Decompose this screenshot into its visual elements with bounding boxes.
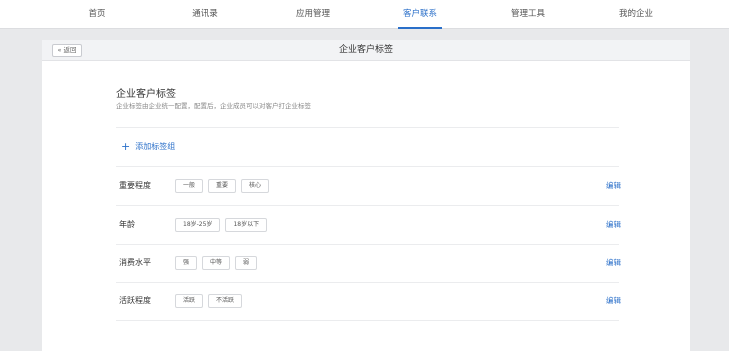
edit-link[interactable]: 编辑 xyxy=(606,282,621,320)
tag-group-row: 消费水平 强 中等 弱 编辑 xyxy=(116,244,621,282)
nav-item-contacts[interactable]: 通讯录 xyxy=(165,0,245,29)
page-header: « 返回 企业客户标签 xyxy=(42,40,690,61)
tag-group-name: 消费水平 xyxy=(119,258,151,267)
tag-item: 活跃 xyxy=(175,294,204,308)
page-title: 企业客户标签 xyxy=(116,89,176,100)
tag-item: 强 xyxy=(175,256,198,270)
divider xyxy=(116,320,619,321)
add-tag-group-label: 添加标签组 xyxy=(135,142,176,151)
tag-item: 不活跃 xyxy=(208,294,243,308)
nav-item-app-management[interactable]: 应用管理 xyxy=(273,0,353,29)
tag-group-name: 年龄 xyxy=(119,220,135,229)
tag-item: 18岁-25岁 xyxy=(175,218,221,232)
tag-item: 核心 xyxy=(241,179,270,193)
edit-link[interactable]: 编辑 xyxy=(606,206,621,244)
tag-item: 弱 xyxy=(235,256,258,270)
tag-list: 强 中等 弱 xyxy=(175,256,258,270)
plus-icon: + xyxy=(121,139,131,153)
tag-group-row: 活跃程度 活跃 不活跃 编辑 xyxy=(116,282,621,320)
page-description: 企业标签由企业统一配置，配置后，企业成员可以对客户打企业标签 xyxy=(116,102,311,110)
main-card: 企业客户标签 企业标签由企业统一配置，配置后，企业成员可以对客户打企业标签 + … xyxy=(42,61,690,351)
tag-list: 18岁-25岁 18岁以下 xyxy=(175,218,268,232)
tag-item: 18岁以下 xyxy=(225,218,268,232)
tag-list: 一般 重要 核心 xyxy=(175,179,270,193)
tag-item: 重要 xyxy=(208,179,237,193)
tag-item: 中等 xyxy=(202,256,231,270)
tag-list: 活跃 不活跃 xyxy=(175,294,243,308)
nav-item-home[interactable]: 首页 xyxy=(57,0,137,29)
tag-group-row: 重要程度 一般 重要 核心 编辑 xyxy=(116,167,621,205)
nav-item-my-enterprise[interactable]: 我的企业 xyxy=(596,0,676,29)
tag-group-name: 活跃程度 xyxy=(119,296,151,305)
edit-link[interactable]: 编辑 xyxy=(606,244,621,282)
nav-item-management-tools[interactable]: 管理工具 xyxy=(488,0,568,29)
divider xyxy=(116,127,619,128)
add-tag-group-button[interactable]: + 添加标签组 xyxy=(121,141,175,152)
top-navigation: 首页 通讯录 应用管理 客户联系 管理工具 我的企业 xyxy=(0,0,729,29)
tag-group-name: 重要程度 xyxy=(119,181,151,190)
tag-group-row: 年龄 18岁-25岁 18岁以下 编辑 xyxy=(116,206,621,244)
edit-link[interactable]: 编辑 xyxy=(606,167,621,205)
header-title: 企业客户标签 xyxy=(338,45,393,55)
nav-item-customer-contact[interactable]: 客户联系 xyxy=(380,0,460,29)
tag-item: 一般 xyxy=(175,179,204,193)
